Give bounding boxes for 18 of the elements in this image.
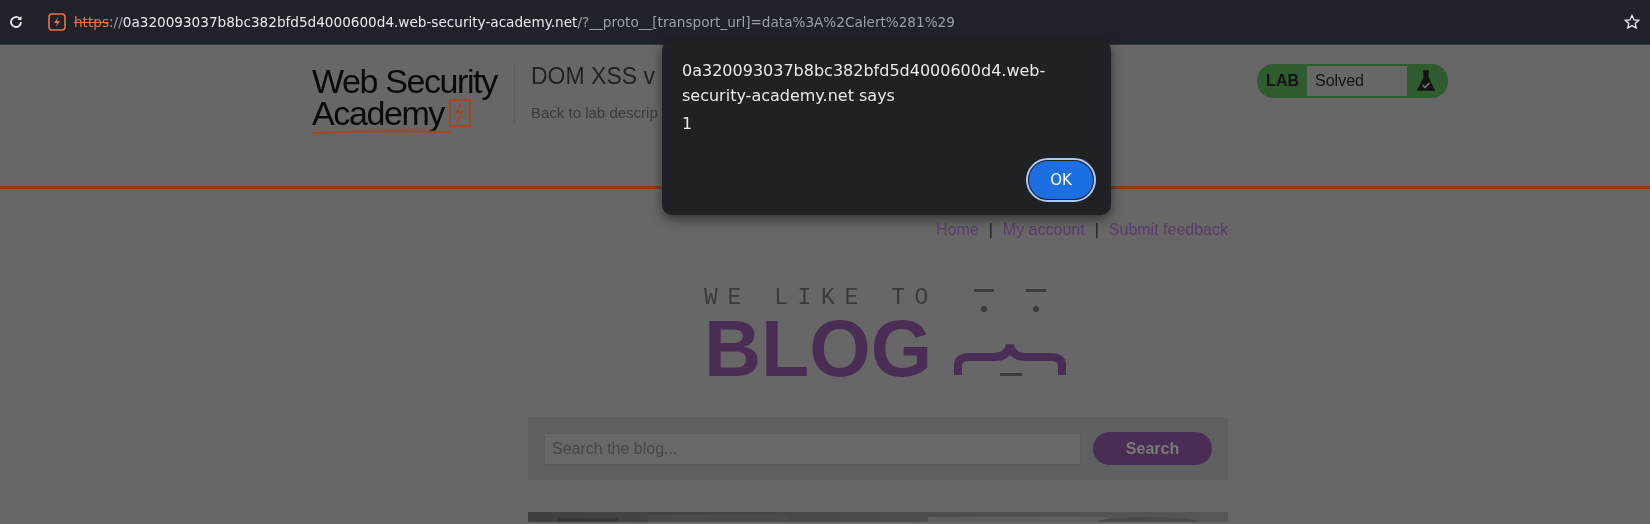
- ok-button[interactable]: OK: [1029, 161, 1093, 199]
- dialog-message: 0a320093037b8bc382bfd5d4000600d4.web-security-academy.net says: [682, 60, 1047, 107]
- lightning-box-icon: [447, 98, 472, 128]
- star-icon[interactable]: [1624, 14, 1640, 30]
- flask-check-icon: [1417, 70, 1435, 92]
- reload-icon[interactable]: [9, 15, 23, 29]
- nav-separator: |: [1094, 221, 1099, 239]
- logo-text: Academy: [312, 97, 444, 129]
- lab-title: DOM XSS v: [531, 63, 655, 90]
- blog-wordmark: BLOG: [704, 317, 934, 381]
- lab-label: LAB: [1265, 72, 1300, 90]
- nav-separator: |: [988, 221, 993, 239]
- url-text[interactable]: https://0a320093037b8bc382bfd5d4000600d4.web-security-academy.net/?__proto__[transport_url]=data%3A%2Calert%281%29: [74, 14, 955, 30]
- dialog-text: 1: [682, 114, 694, 133]
- lab-status: Solved: [1307, 66, 1407, 96]
- site-icon[interactable]: [48, 13, 66, 31]
- search-button[interactable]: Search: [1093, 432, 1212, 465]
- underline-swoosh-icon: [312, 129, 452, 135]
